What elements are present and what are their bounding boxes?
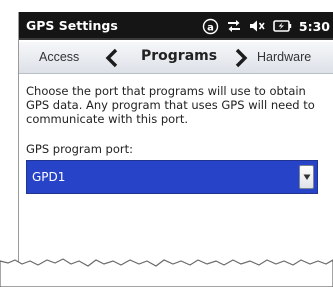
description-text: Choose the port that programs will use t… — [26, 84, 315, 126]
keyboard-a-icon[interactable]: a — [202, 18, 219, 35]
status-bar: GPS Settings a 5:30 — [19, 12, 333, 40]
torn-edge-decoration — [0, 258, 333, 287]
gps-program-port-label: GPS program port: — [26, 142, 133, 156]
chevron-right-icon[interactable] — [234, 48, 248, 72]
dropdown-arrow-button[interactable] — [299, 165, 314, 189]
selected-port-value: GPD1 — [32, 170, 66, 184]
tab-programs[interactable]: Programs — [141, 48, 217, 64]
clock-time: 5:30 — [298, 18, 330, 34]
gps-program-port-select[interactable]: GPD1 — [26, 160, 318, 194]
tab-hardware[interactable]: Hardware — [257, 50, 311, 64]
gps-settings-window: GPS Settings a 5:30 Access Programs Hard… — [18, 12, 333, 287]
status-icons: a 5:30 — [202, 17, 330, 35]
tab-access[interactable]: Access — [39, 50, 79, 64]
chevron-left-icon[interactable] — [105, 48, 119, 72]
volume-muted-icon[interactable] — [249, 18, 266, 34]
tab-navigation: Access Programs Hardware — [19, 42, 333, 74]
battery-charging-icon[interactable] — [273, 19, 292, 33]
sync-arrows-icon[interactable] — [226, 18, 242, 34]
svg-text:a: a — [207, 22, 214, 33]
window-title: GPS Settings — [26, 18, 118, 33]
chevron-down-icon — [303, 174, 311, 180]
